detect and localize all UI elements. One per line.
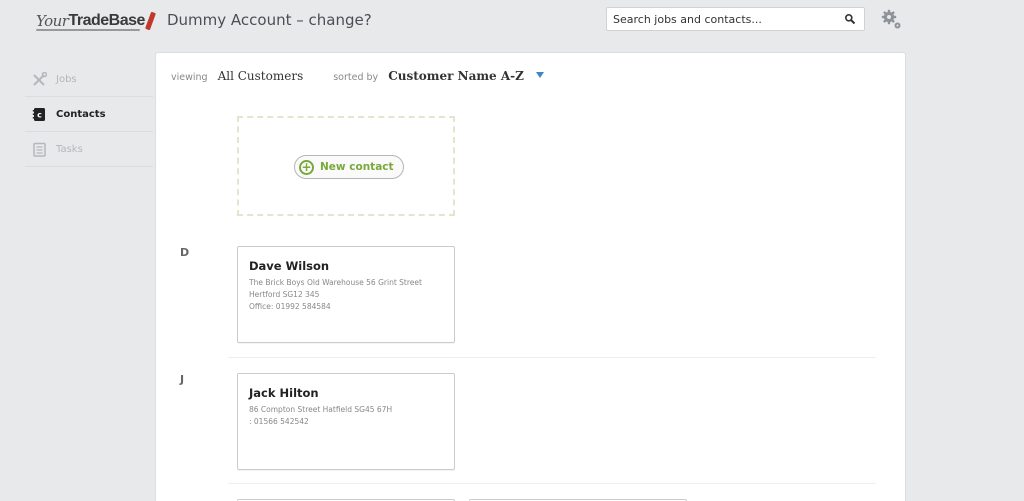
group-divider	[228, 483, 876, 484]
contacts-panel: viewing All Customers sorted by Customer…	[155, 52, 906, 501]
sidebar-item-label: Jobs	[56, 73, 77, 85]
search-icon[interactable]	[844, 13, 856, 25]
contact-name: Dave Wilson	[249, 259, 330, 273]
sidebar-item-tasks[interactable]: Tasks	[25, 132, 153, 167]
tools-icon	[31, 71, 47, 87]
contact-card-dave-wilson[interactable]: Dave Wilson The Brick Boys Old Warehouse…	[237, 246, 455, 343]
plus-circle-icon: +	[299, 159, 314, 175]
sidebar-item-label: Contacts	[56, 108, 106, 120]
group-letter-j: J	[180, 373, 185, 386]
contact-name: Jack Hilton	[249, 386, 319, 400]
sort-select[interactable]: Customer Name A-Z	[388, 69, 524, 83]
sorted-by-label: sorted by	[333, 72, 379, 83]
search-box[interactable]	[606, 7, 865, 31]
tasks-icon	[31, 141, 47, 157]
new-contact-dropzone: + New contact	[237, 116, 455, 216]
sidebar-item-jobs[interactable]: Jobs	[25, 62, 153, 97]
viewing-label: viewing	[171, 72, 208, 83]
account-title[interactable]: Dummy Account – change?	[167, 11, 372, 29]
viewing-select[interactable]: All Customers	[218, 69, 304, 83]
logo-tradebase-text: TradeBase	[68, 12, 145, 29]
logo-underline	[36, 29, 140, 31]
new-contact-label: New contact	[320, 161, 394, 173]
view-filter-bar: viewing All Customers sorted by Customer…	[171, 69, 544, 83]
logo-your-text: Your	[36, 12, 69, 30]
contact-card-jack-hilton[interactable]: Jack Hilton 86 Compton Street Hatfield S…	[237, 373, 455, 470]
group-divider	[228, 357, 876, 358]
contact-phone: Office: 01992 584584	[249, 302, 331, 311]
settings-gear-icon[interactable]	[881, 9, 903, 31]
pencil-icon	[144, 11, 156, 31]
sidebar-item-label: Tasks	[56, 143, 83, 155]
sidebar-item-contacts[interactable]: c Contacts	[25, 97, 153, 132]
contacts-book-icon: c	[31, 106, 47, 122]
contact-address: The Brick Boys Old Warehouse 56 Grint St…	[249, 278, 422, 287]
contact-address: 86 Compton Street Hatfield SG45 67H	[249, 405, 393, 414]
search-input[interactable]	[613, 12, 833, 26]
contact-phone: : 01566 542542	[249, 417, 309, 426]
contact-city: Hertford SG12 345	[249, 290, 320, 299]
new-contact-button[interactable]: + New contact	[294, 155, 404, 179]
sidebar-nav: Jobs c Contacts Tasks	[25, 62, 153, 167]
chevron-down-icon[interactable]	[535, 72, 544, 78]
group-letter-d: D	[180, 246, 190, 259]
svg-text:c: c	[37, 110, 42, 119]
